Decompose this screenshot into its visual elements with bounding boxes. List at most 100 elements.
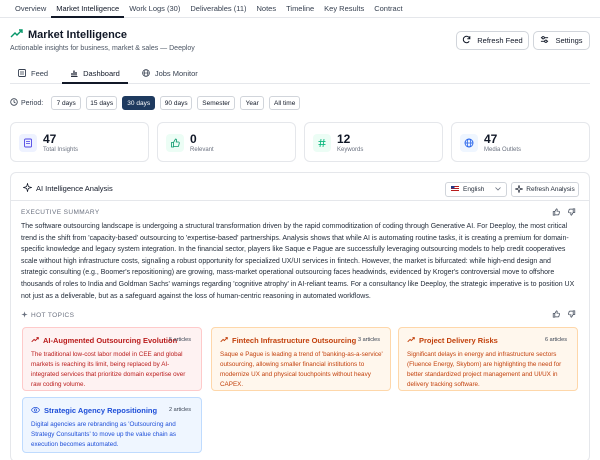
view-tab-bar: Feed Dashboard Jobs Monitor [10, 64, 590, 84]
tab-notes[interactable]: Notes [252, 0, 282, 18]
stat-label: Keywords [337, 147, 364, 153]
period-30-days[interactable]: 30 days [122, 96, 156, 110]
topic-article-count: 2 articles [168, 407, 191, 413]
tab-market-intelligence[interactable]: Market Intelligence [51, 0, 125, 18]
tab-feed[interactable]: Feed [10, 64, 56, 84]
settings-button[interactable]: Settings [533, 31, 590, 50]
period-label: Period: [10, 98, 43, 108]
feed-icon [18, 69, 26, 79]
tab-deliverables[interactable]: Deliverables (11) [185, 0, 251, 18]
topic-description: The traditional low-cost labor model in … [31, 351, 186, 388]
tab-dashboard-label: Dashboard [83, 69, 120, 78]
tab-work-logs[interactable]: Work Logs (30) [124, 0, 185, 18]
bar-chart-icon [70, 69, 78, 79]
trend-icon [220, 336, 228, 345]
thumbs-up-icon[interactable] [552, 208, 560, 218]
hot-topics-label: HOT TOPICS [21, 311, 74, 320]
language-select-value: English [463, 186, 485, 193]
top-tab-bar: Overview Market Intelligence Work Logs (… [0, 0, 600, 18]
period-year[interactable]: Year [240, 96, 265, 110]
topic-title: Project Delivery Risks [407, 336, 498, 345]
topic-card[interactable]: Project Delivery Risks 6 articles Signif… [398, 327, 578, 391]
stat-card-total-insights: 47 Total Insights [10, 122, 149, 162]
tab-jobs-monitor-label: Jobs Monitor [154, 69, 198, 78]
stat-card-media-outlets: 47 Media Outlets [451, 122, 590, 162]
refresh-analysis-button[interactable]: Refresh Analysis [511, 182, 579, 197]
page-title: Market Intelligence [10, 29, 127, 41]
tab-dashboard[interactable]: Dashboard [62, 64, 128, 84]
topic-title: Fintech Infrastructure Outsourcing [220, 336, 356, 345]
page-subtitle: Actionable insights for business, market… [10, 45, 195, 52]
clock-icon [10, 98, 18, 108]
topic-title-text: AI-Augmented Outsourcing Evolution [43, 336, 178, 345]
stat-label: Media Outlets [484, 147, 522, 153]
topic-title-text: Project Delivery Risks [419, 336, 498, 345]
topic-title-text: Fintech Infrastructure Outsourcing [232, 336, 357, 345]
topic-article-count: 6 articles [544, 337, 567, 343]
hash-icon [313, 134, 331, 152]
refresh-feed-label: Refresh Feed [477, 36, 523, 45]
topic-article-count: 5 articles [168, 337, 191, 343]
stat-value: 47 [43, 132, 57, 146]
period-semester[interactable]: Semester [197, 96, 236, 110]
trend-icon [31, 336, 39, 345]
topic-description: Significant delays in energy and infrast… [407, 351, 562, 388]
stat-value: 47 [484, 132, 498, 146]
summary-feedback [552, 208, 576, 218]
period-label-text: Period: [21, 99, 44, 107]
thumbs-up-icon[interactable] [552, 310, 560, 320]
executive-summary-label: EXECUTIVE SUMMARY [21, 209, 100, 216]
refresh-feed-button[interactable]: Refresh Feed [456, 31, 529, 50]
period-90-days[interactable]: 90 days [160, 96, 193, 110]
chevron-down-icon [495, 186, 501, 193]
tab-timeline[interactable]: Timeline [281, 0, 319, 18]
eye-icon [30, 406, 41, 415]
topic-card[interactable]: Fintech Infrastructure Outsourcing 3 art… [211, 327, 391, 391]
topic-article-count: 3 articles [357, 337, 380, 343]
period-7-days[interactable]: 7 days [51, 96, 82, 110]
topic-title: AI-Augmented Outsourcing Evolution [31, 336, 177, 345]
tab-overview[interactable]: Overview [10, 0, 51, 18]
stat-value: 0 [190, 132, 197, 146]
period-selector: Period: 7 days 15 days 30 days 90 days S… [10, 96, 301, 110]
period-all-time[interactable]: All time [269, 96, 301, 110]
stat-label: Total Insights [43, 147, 79, 153]
topic-card[interactable]: Strategic Agency Repositioning 2 article… [22, 397, 202, 453]
period-15-days[interactable]: 15 days [86, 96, 118, 110]
refresh-analysis-label: Refresh Analysis [526, 186, 575, 193]
hot-topics-label-text: HOT TOPICS [31, 312, 75, 319]
sparkle-icon [514, 183, 525, 195]
stat-label: Relevant [190, 147, 214, 153]
topic-title: Strategic Agency Repositioning [30, 406, 158, 415]
stat-card-keywords: 12 Keywords [304, 122, 443, 162]
language-select[interactable]: English [445, 182, 507, 197]
flag-icon [451, 186, 459, 193]
document-icon [19, 134, 37, 152]
stat-value: 12 [337, 132, 351, 146]
tab-key-results[interactable]: Key Results [319, 0, 369, 18]
globe-icon [142, 69, 150, 79]
tab-feed-label: Feed [31, 69, 49, 78]
thumbs-up-icon [166, 134, 184, 152]
trend-icon [10, 29, 23, 41]
sliders-icon [540, 35, 549, 46]
trend-icon [407, 336, 415, 345]
ai-analysis-title: AI Intelligence Analysis [22, 182, 113, 194]
tab-jobs-monitor[interactable]: Jobs Monitor [134, 64, 206, 84]
thumbs-down-icon[interactable] [568, 208, 576, 218]
topic-title-text: Strategic Agency Repositioning [44, 406, 158, 415]
ai-analysis-panel: AI Intelligence Analysis English Refresh… [10, 172, 590, 460]
page-title-text: Market Intelligence [28, 29, 128, 41]
refresh-icon [462, 35, 471, 46]
ai-analysis-title-text: AI Intelligence Analysis [36, 184, 113, 193]
topic-description: Digital agencies are rebranding as 'Outs… [31, 421, 177, 448]
tab-contract[interactable]: Contract [369, 0, 407, 18]
settings-label: Settings [555, 36, 583, 45]
topic-card[interactable]: AI-Augmented Outsourcing Evolution 5 art… [22, 327, 202, 391]
thumbs-down-icon[interactable] [568, 310, 576, 320]
sparkle-icon [22, 182, 33, 194]
globe-icon [460, 134, 478, 152]
ai-analysis-header: AI Intelligence Analysis English Refresh… [11, 173, 589, 201]
topics-feedback [552, 310, 576, 320]
executive-summary-text: The software outsourcing landscape is un… [21, 223, 575, 300]
